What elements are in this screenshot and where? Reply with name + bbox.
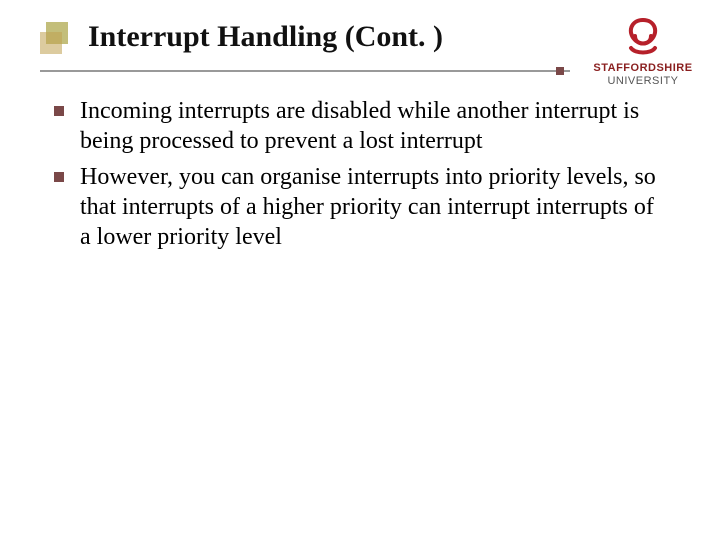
logo-line-2: UNIVERSITY	[588, 75, 698, 88]
underline-tick-icon	[556, 67, 564, 75]
square-bullet-icon	[54, 172, 64, 182]
title-block: Interrupt Handling (Cont. )	[40, 20, 570, 54]
logo-line-1: STAFFORDSHIRE	[588, 62, 698, 75]
title-accent-icon	[40, 18, 74, 64]
bullet-text: However, you can organise interrupts int…	[80, 162, 660, 252]
bullet-item: Incoming interrupts are disabled while a…	[54, 96, 660, 156]
university-logo: STAFFORDSHIRE UNIVERSITY	[588, 14, 698, 87]
slide-title: Interrupt Handling (Cont. )	[88, 20, 570, 54]
bullet-text: Incoming interrupts are disabled while a…	[80, 96, 660, 156]
square-bullet-icon	[54, 106, 64, 116]
title-underline	[40, 70, 570, 72]
bullet-item: However, you can organise interrupts int…	[54, 162, 660, 252]
slide: STAFFORDSHIRE UNIVERSITY Interrupt Handl…	[0, 0, 720, 540]
staffordshire-knot-icon	[621, 14, 665, 58]
logo-text: STAFFORDSHIRE UNIVERSITY	[588, 62, 698, 87]
content-area: Incoming interrupts are disabled while a…	[54, 96, 660, 258]
